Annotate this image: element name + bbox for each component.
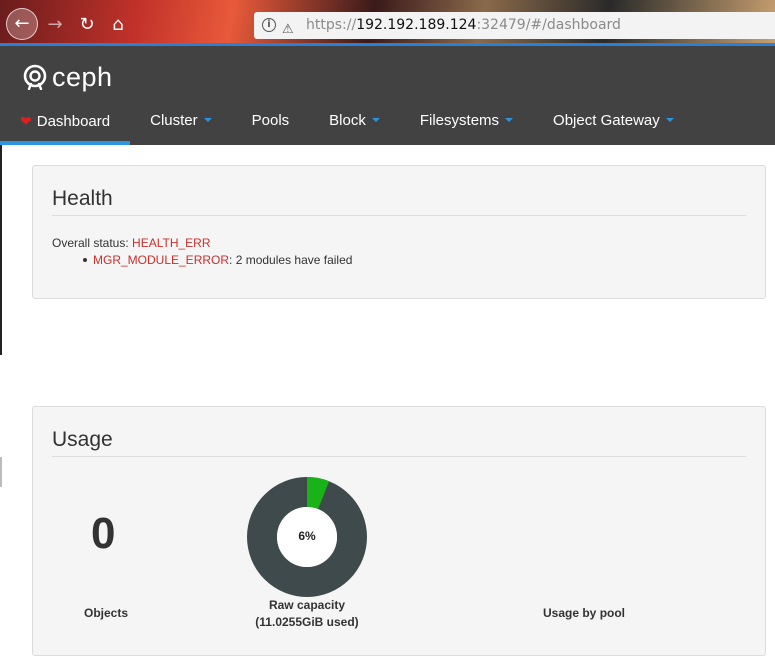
caret-down-icon (203, 118, 212, 122)
caret-down-icon (371, 118, 380, 122)
insecure-lock-icon[interactable]: ⚠ (282, 16, 294, 43)
overall-status-label: Overall status: (52, 236, 129, 250)
usage-panel: Usage 0 Objects 6% Raw capacity (11.0255… (32, 406, 766, 656)
overall-status: Overall status: HEALTH_ERR (52, 236, 211, 250)
menu-block[interactable]: Block (309, 101, 400, 145)
menu-filesystems-label: Filesystems (419, 112, 500, 129)
menu-pools[interactable]: Pools (232, 101, 310, 145)
menu-pools-label: Pools (251, 112, 290, 129)
health-title: Health (52, 187, 113, 210)
menu-dashboard[interactable]: ❤ Dashboard (0, 101, 131, 145)
raw-capacity-percent: 6% (298, 529, 316, 543)
heart-icon: ❤ (20, 113, 32, 129)
url-path: :32479/#/dashboard (476, 17, 621, 33)
menu-filesystems[interactable]: Filesystems (400, 101, 533, 145)
window-edge (0, 145, 2, 355)
logo-text: ceph (52, 62, 113, 92)
back-arrow-icon[interactable]: ← (6, 8, 38, 40)
caret-down-icon (505, 118, 514, 122)
health-panel: Health Overall status: HEALTH_ERR MGR_MO… (32, 165, 766, 299)
menu-cluster[interactable]: Cluster (130, 101, 232, 145)
divider (52, 456, 746, 457)
health-check-code: MGR_MODULE_ERROR (93, 253, 230, 267)
forward-arrow-icon[interactable]: → (40, 10, 70, 40)
usage-title: Usage (52, 428, 113, 451)
menu-object-gateway-label: Object Gateway (553, 112, 660, 129)
caret-down-icon (665, 118, 674, 122)
usage-by-pool-label: Usage by pool (543, 606, 626, 620)
menu-block-label: Block (329, 112, 366, 129)
raw-capacity-label: Raw capacity (11.0255GiB used) (237, 597, 377, 631)
divider (52, 215, 746, 216)
main-menu: ❤ Dashboard Cluster Pools Block Filesyste… (0, 101, 694, 145)
reload-icon[interactable]: ↻ (72, 10, 102, 40)
menu-object-gateway[interactable]: Object Gateway (533, 101, 694, 145)
url-host: 192.192.189.124 (356, 17, 477, 33)
url-bar[interactable]: i ⚠ https://192.192.189.124:32479/#/dash… (254, 12, 775, 39)
ceph-logo-icon (23, 64, 47, 90)
raw-capacity-title: Raw capacity (268, 598, 346, 612)
health-check-item: MGR_MODULE_ERROR: 2 modules have failed (83, 253, 352, 267)
ceph-logo[interactable]: ceph (22, 62, 113, 93)
info-icon[interactable]: i (262, 18, 276, 32)
health-check-message: : 2 modules have failed (229, 253, 353, 267)
objects-count: 0 (91, 509, 116, 558)
objects-label: Objects (84, 606, 129, 620)
app-navbar: ceph ❤ Dashboard Cluster Pools Block File… (0, 46, 775, 145)
raw-capacity-used: (11.0255GiB used) (255, 615, 359, 629)
home-icon[interactable]: ⌂ (103, 10, 133, 40)
bullet-icon (83, 258, 87, 262)
menu-cluster-label: Cluster (150, 112, 198, 129)
url-scheme: https:// (306, 17, 357, 33)
menu-dashboard-label: Dashboard (36, 113, 111, 130)
browser-toolbar: ← → ↻ ⌂ i ⚠ https://192.192.189.124:3247… (0, 0, 775, 46)
overall-status-value: HEALTH_ERR (132, 236, 211, 250)
url-text[interactable]: https://192.192.189.124:32479/#/dashboar… (306, 12, 621, 39)
window-edge (0, 457, 2, 487)
